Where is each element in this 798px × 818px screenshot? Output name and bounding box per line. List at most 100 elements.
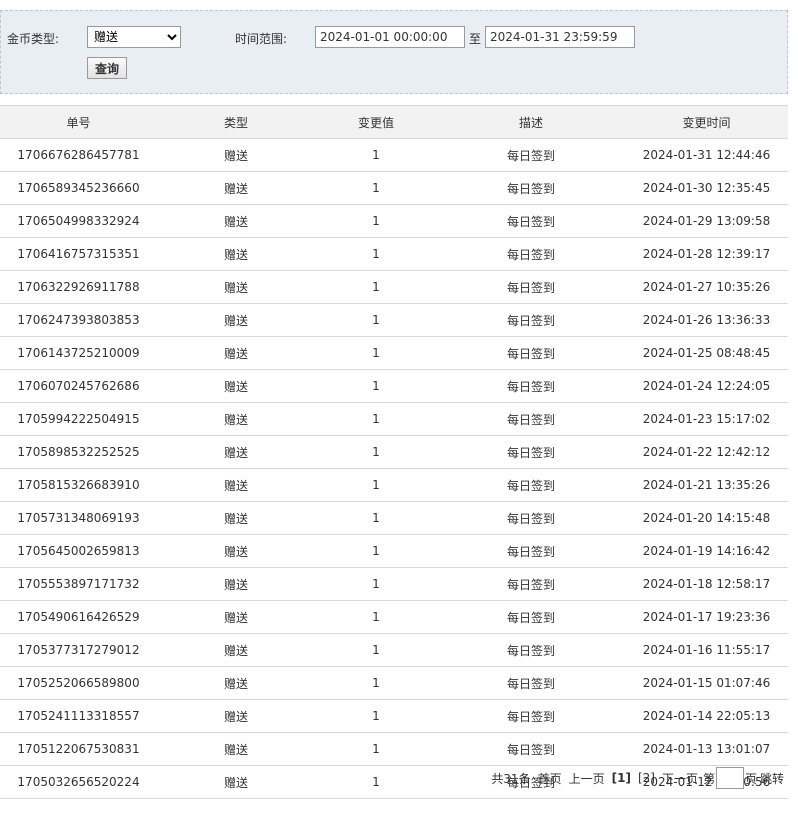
cell-type: 赠送 (157, 600, 315, 634)
prev-page-link[interactable]: 上一页 (569, 770, 605, 787)
cell-order-no: 1706143725210009 (0, 336, 157, 370)
next-page-link[interactable]: 下一页 (662, 770, 698, 787)
cell-order-no: 1706322926911788 (0, 270, 157, 304)
cell-type: 赠送 (157, 765, 315, 799)
coin-type-label: 金币类型: (7, 32, 60, 46)
cell-change-time: 2024-01-31 12:44:46 (625, 138, 788, 172)
cell-change-time: 2024-01-27 10:35:26 (625, 270, 788, 304)
records-table: 单号 类型 变更值 描述 变更时间 1706676286457781 赠送 1 每日签… (0, 105, 788, 799)
query-button[interactable]: 查询 (87, 57, 128, 79)
table-row: 1705553897171732 赠送 1 每日签到 2024-01-18 12:58:… (0, 567, 788, 601)
cell-type: 赠送 (157, 402, 315, 436)
cell-change-value: 1 (315, 468, 437, 502)
cell-change-time: 2024-01-21 13:35:26 (625, 468, 788, 502)
cell-type: 赠送 (157, 237, 315, 271)
cell-change-time: 2024-01-29 13:09:58 (625, 204, 788, 238)
cell-order-no: 1706504998332924 (0, 204, 157, 238)
table-row: 1705731348069193 赠送 1 每日签到 2024-01-20 14:15:… (0, 501, 788, 535)
table-row: 1706504998332924 赠送 1 每日签到 2024-01-29 13:09:… (0, 204, 788, 238)
cell-type: 赠送 (157, 336, 315, 370)
cell-change-time: 2024-01-30 12:35:45 (625, 171, 788, 205)
cell-type: 赠送 (157, 270, 315, 304)
table-row: 1705815326683910 赠送 1 每日签到 2024-01-21 13:35:… (0, 468, 788, 502)
cell-description: 每日签到 (437, 699, 625, 733)
header-description: 描述 (437, 105, 625, 139)
to-label: 至 (469, 32, 482, 46)
cell-order-no: 1705994222504915 (0, 402, 157, 436)
goto-page-input[interactable] (715, 767, 744, 789)
cell-description: 每日签到 (437, 666, 625, 700)
cell-type: 赠送 (157, 369, 315, 403)
cell-description: 每日签到 (437, 336, 625, 370)
cell-order-no: 1705241113318557 (0, 699, 157, 733)
cell-order-no: 1705553897171732 (0, 567, 157, 601)
end-time-input[interactable] (485, 26, 635, 48)
cell-change-value: 1 (315, 336, 437, 370)
cell-change-value: 1 (315, 138, 437, 172)
header-type: 类型 (157, 105, 315, 139)
start-time-input[interactable] (315, 26, 465, 48)
header-change-time: 变更时间 (625, 105, 788, 139)
table-row: 1706070245762686 赠送 1 每日签到 2024-01-24 12:24:… (0, 369, 788, 403)
cell-change-value: 1 (315, 369, 437, 403)
cell-type: 赠送 (157, 171, 315, 205)
cell-description: 每日签到 (437, 567, 625, 601)
cell-order-no: 1705032656520224 (0, 765, 157, 799)
cell-change-value: 1 (315, 534, 437, 568)
jump-button[interactable]: 跳转 (760, 770, 784, 787)
cell-type: 赠送 (157, 633, 315, 667)
cell-type: 赠送 (157, 303, 315, 337)
cell-change-value: 1 (315, 699, 437, 733)
cell-change-time: 2024-01-26 13:36:33 (625, 303, 788, 337)
goto-prefix: 第 (702, 771, 715, 786)
cell-order-no: 1705815326683910 (0, 468, 157, 502)
cell-change-time: 2024-01-24 12:24:05 (625, 369, 788, 403)
table-row: 1706416757315351 赠送 1 每日签到 2024-01-28 12:39:… (0, 237, 788, 271)
cell-description: 每日签到 (437, 237, 625, 271)
cell-description: 每日签到 (437, 600, 625, 634)
cell-order-no: 1705645002659813 (0, 534, 157, 568)
cell-change-value: 1 (315, 600, 437, 634)
cell-description: 每日签到 (437, 138, 625, 172)
cell-change-time: 2024-01-15 01:07:46 (625, 666, 788, 700)
cell-order-no: 1706589345236660 (0, 171, 157, 205)
cell-change-time: 2024-01-28 12:39:17 (625, 237, 788, 271)
cell-change-value: 1 (315, 732, 437, 766)
cell-change-time: 2024-01-16 11:55:17 (625, 633, 788, 667)
cell-description: 每日签到 (437, 501, 625, 535)
cell-change-value: 1 (315, 765, 437, 799)
page-2-link[interactable]: [2] (638, 771, 655, 785)
coin-type-select[interactable]: 赠送 (87, 26, 181, 48)
cell-type: 赠送 (157, 699, 315, 733)
cell-order-no: 1705490616426529 (0, 600, 157, 634)
header-order-no: 单号 (0, 105, 157, 139)
cell-type: 赠送 (157, 732, 315, 766)
cell-change-value: 1 (315, 171, 437, 205)
table-row: 1706322926911788 赠送 1 每日签到 2024-01-27 10:35:… (0, 270, 788, 304)
cell-type: 赠送 (157, 468, 315, 502)
cell-order-no: 1706676286457781 (0, 138, 157, 172)
cell-description: 每日签到 (437, 303, 625, 337)
table-row: 1706247393803853 赠送 1 每日签到 2024-01-26 13:36:… (0, 303, 788, 337)
cell-order-no: 1705252066589800 (0, 666, 157, 700)
table-row: 1705252066589800 赠送 1 每日签到 2024-01-15 01:07:… (0, 666, 788, 700)
cell-order-no: 1705122067530831 (0, 732, 157, 766)
cell-description: 每日签到 (437, 633, 625, 667)
cell-description: 每日签到 (437, 369, 625, 403)
table-row: 1706589345236660 赠送 1 每日签到 2024-01-30 12:35:… (0, 171, 788, 205)
cell-change-time: 2024-01-20 14:15:48 (625, 501, 788, 535)
table-row: 1706676286457781 赠送 1 每日签到 2024-01-31 12:44:… (0, 138, 788, 172)
cell-change-time: 2024-01-13 13:01:07 (625, 732, 788, 766)
first-page-link[interactable]: 首页 (538, 770, 562, 787)
cell-change-value: 1 (315, 402, 437, 436)
cell-description: 每日签到 (437, 171, 625, 205)
total-count: 共31条 (491, 771, 531, 786)
table-row: 1705241113318557 赠送 1 每日签到 2024-01-14 22:05:… (0, 699, 788, 733)
cell-change-time: 2024-01-22 12:42:12 (625, 435, 788, 469)
current-page: [1] (611, 771, 631, 785)
cell-change-value: 1 (315, 237, 437, 271)
table-row: 1705898532252525 赠送 1 每日签到 2024-01-22 12:42:… (0, 435, 788, 469)
cell-order-no: 1705898532252525 (0, 435, 157, 469)
table-body: 1706676286457781 赠送 1 每日签到 2024-01-31 12:44:… (0, 138, 788, 799)
cell-description: 每日签到 (437, 270, 625, 304)
